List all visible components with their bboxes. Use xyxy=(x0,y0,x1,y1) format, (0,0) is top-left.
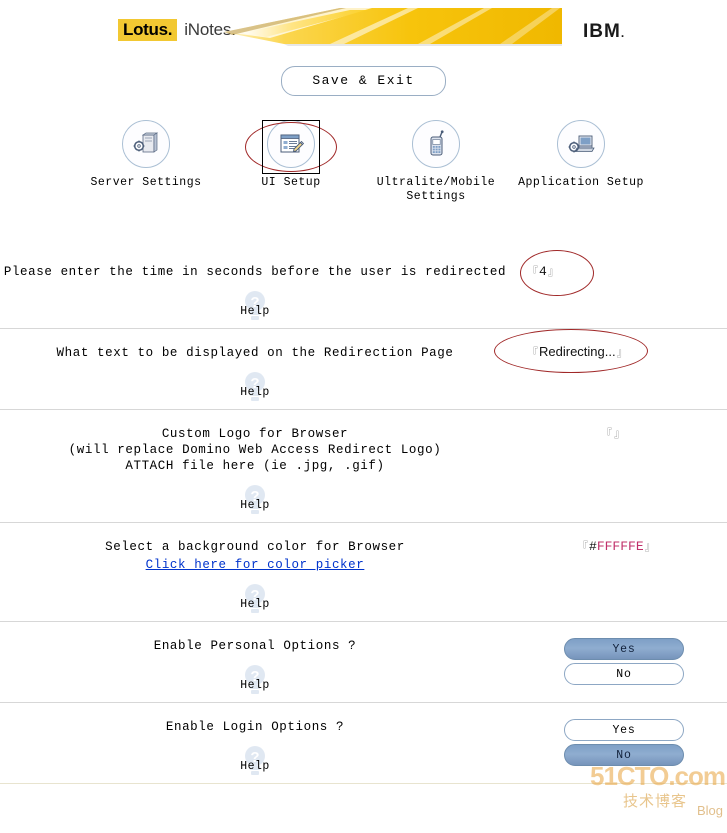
nav-label-line2: Settings xyxy=(406,190,466,203)
field-custom-logo[interactable]: 『』 xyxy=(592,424,634,442)
prompt-line-1: Custom Logo for Browser xyxy=(161,427,349,441)
prompt-line-3: ATTACH file here (ie .jpg, .gif) xyxy=(125,459,385,473)
help-redirection-text[interactable]: ? Help xyxy=(0,372,510,409)
form-row-field-area: Yes No xyxy=(510,703,727,766)
server-settings-icon xyxy=(133,132,159,153)
nav-label-ui-setup: UI Setup xyxy=(261,176,321,189)
field-bracket-left: 『 xyxy=(601,427,612,440)
server-settings-icon-circle xyxy=(122,120,170,168)
field-background-color-value: FFFFFE xyxy=(596,539,644,554)
prompt-line-1: Select a background color for Browser xyxy=(105,540,405,554)
form-row-custom-logo: Custom Logo for Browser (will replace Do… xyxy=(0,409,727,522)
field-background-color[interactable]: 『#FFFFFE』 xyxy=(568,537,665,555)
form-row-label-area: Custom Logo for Browser (will replace Do… xyxy=(0,410,510,522)
nav-label-line1: Ultralite/Mobile xyxy=(376,176,496,189)
field-bracket-left: 『 xyxy=(527,346,538,359)
form-row-personal-options: Enable Personal Options ? ? Help Yes No xyxy=(0,621,727,702)
inotes-wordmark: iNotes. xyxy=(184,20,236,39)
watermark-sub-text: Blog xyxy=(696,803,723,818)
form-row-field-area: Yes No xyxy=(510,622,727,685)
radio-option-login-options-no[interactable]: No xyxy=(564,744,684,766)
help-link[interactable]: Help xyxy=(240,499,270,512)
field-bracket-right: 』 xyxy=(616,346,628,359)
nav-item-ultralite-mobile-settings[interactable]: Ultralite/Mobile Settings xyxy=(364,120,509,210)
lotus-inotes-logo: Lotus. iNotes. xyxy=(118,19,236,41)
ui-setup-form: Please enter the time in seconds before … xyxy=(0,248,727,784)
form-row-label-area: Enable Personal Options ? ? Help xyxy=(0,622,510,702)
banner-swoosh-graphic xyxy=(222,0,562,52)
nav-label-ultralite-mobile-settings: Ultralite/Mobile Settings xyxy=(364,176,509,204)
save-and-exit-button[interactable]: Save & Exit xyxy=(281,66,446,96)
toolbar: Save & Exit xyxy=(0,66,727,96)
application-setup-icon xyxy=(568,135,595,153)
prompt-line-2: (will replace Domino Web Access Redirect… xyxy=(68,443,442,457)
color-picker-link-wrap: Click here for color picker xyxy=(0,555,510,573)
form-row-label-area: Enable Login Options ? ? Help xyxy=(0,703,510,783)
prompt-custom-logo: Custom Logo for Browser (will replace Do… xyxy=(0,426,510,474)
ui-setup-icon-circle xyxy=(267,120,315,168)
nav-label-application-setup: Application Setup xyxy=(518,176,644,189)
mobile-phone-icon-circle xyxy=(412,120,460,168)
color-picker-link[interactable]: Click here for color picker xyxy=(146,558,365,572)
prompt-personal-options: Enable Personal Options ? xyxy=(153,639,357,653)
form-row-field-area: 『#FFFFFE』 xyxy=(510,523,727,555)
form-row-field-area: 『Redirecting...』 xyxy=(494,329,727,373)
help-link[interactable]: Help xyxy=(240,760,270,773)
radio-group-login-options: Yes No xyxy=(564,717,684,766)
form-row-login-options: Enable Login Options ? ? Help Yes No xyxy=(0,702,727,784)
help-link[interactable]: Help xyxy=(240,679,270,692)
help-link[interactable]: Help xyxy=(240,305,270,318)
prompt-redirection-text: What text to be displayed on the Redirec… xyxy=(56,346,454,360)
form-row-label-area: Please enter the time in seconds before … xyxy=(0,248,510,328)
ibm-wordmark: IBM xyxy=(583,21,621,42)
form-row-redirect-time: Please enter the time in seconds before … xyxy=(0,248,727,328)
help-login-options[interactable]: ? Help xyxy=(0,746,510,783)
form-row-field-area: 『4』 xyxy=(510,248,727,296)
ibm-logo: IBM. xyxy=(583,22,625,41)
prompt-login-options: Enable Login Options ? xyxy=(165,720,345,734)
field-bracket-left: 『 xyxy=(577,540,588,553)
prompt-background-color: Select a background color for Browser xyxy=(0,539,510,555)
radio-option-personal-options-yes[interactable]: Yes xyxy=(564,638,684,660)
nav-item-application-setup[interactable]: Application Setup xyxy=(509,120,654,210)
form-row-background-color: Select a background color for Browser Cl… xyxy=(0,522,727,621)
form-row-label-area: What text to be displayed on the Redirec… xyxy=(0,329,510,409)
lotus-wordmark: Lotus. xyxy=(118,19,178,41)
field-bracket-right: 』 xyxy=(547,265,559,278)
field-bracket-left: 『 xyxy=(527,265,538,278)
mobile-phone-icon xyxy=(430,130,444,156)
field-redirect-time-value: 4 xyxy=(539,264,547,279)
ibm-trademark-dot: . xyxy=(620,26,626,40)
field-bracket-right: 』 xyxy=(644,540,656,553)
ui-setup-icon xyxy=(280,134,305,153)
form-row-label-area: Select a background color for Browser Cl… xyxy=(0,523,510,621)
field-bracket-right: 』 xyxy=(614,427,625,440)
page-header: Lotus. iNotes. IBM. xyxy=(0,0,727,58)
help-link[interactable]: Help xyxy=(240,598,270,611)
radio-option-personal-options-no[interactable]: No xyxy=(564,663,684,685)
form-row-redirection-text: What text to be displayed on the Redirec… xyxy=(0,328,727,409)
field-redirect-time[interactable]: 『4』 xyxy=(518,262,568,280)
nav-label-server-settings: Server Settings xyxy=(90,176,202,189)
nav-item-ui-setup[interactable]: UI Setup xyxy=(219,120,364,210)
prompt-redirect-time: Please enter the time in seconds before … xyxy=(3,265,507,279)
nav-item-server-settings[interactable]: Server Settings xyxy=(74,120,219,210)
help-custom-logo[interactable]: ? Help xyxy=(0,485,510,522)
form-row-field-area: 『』 xyxy=(510,410,727,442)
section-nav: Server Settings UI Setup Ultralite/Mobil… xyxy=(0,120,727,210)
application-setup-icon-circle xyxy=(557,120,605,168)
watermark-chinese-text: 技术博客 xyxy=(622,792,687,810)
help-redirect-time[interactable]: ? Help xyxy=(0,291,510,328)
field-redirection-text[interactable]: 『Redirecting...』 xyxy=(518,343,637,361)
help-personal-options[interactable]: ? Help xyxy=(0,665,510,702)
field-redirection-text-value: Redirecting... xyxy=(539,344,616,359)
field-background-color-hash: # xyxy=(589,539,597,554)
help-background-color[interactable]: ? Help xyxy=(0,584,510,621)
radio-option-login-options-yes[interactable]: Yes xyxy=(564,719,684,741)
help-link[interactable]: Help xyxy=(240,386,270,399)
radio-group-personal-options: Yes No xyxy=(564,636,684,685)
